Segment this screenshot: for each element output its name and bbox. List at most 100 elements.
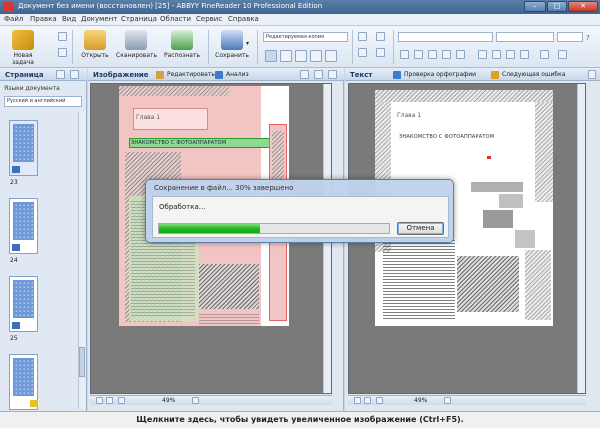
page-view-icon[interactable]	[70, 70, 79, 79]
italic-icon[interactable]	[414, 50, 423, 59]
language-combo[interactable]: Русский и английский	[4, 96, 82, 107]
panel-options-icon[interactable]	[588, 70, 596, 79]
help-icon[interactable]: ?	[586, 34, 594, 43]
text-zoom-value[interactable]: 49%	[414, 397, 427, 404]
text-fit-width-icon[interactable]	[354, 397, 361, 404]
thumbnails-scrollbar[interactable]	[78, 112, 85, 409]
menu-help[interactable]: Справка	[228, 15, 259, 23]
languages-label: Языки документа	[4, 85, 60, 92]
menu-bar: Файл Правка Вид Документ Страница Област…	[0, 14, 600, 26]
text-heading: ЗНАКОМСТВО С ФОТОАППАРАТОМ	[399, 134, 495, 140]
magic-wand-icon	[12, 30, 34, 50]
text-area-icon[interactable]	[280, 50, 292, 62]
task-menu-icon[interactable]	[58, 32, 67, 41]
pages-panel-header: Страница	[0, 68, 87, 81]
format-icon[interactable]	[376, 48, 385, 57]
menu-file[interactable]: Файл	[4, 15, 23, 23]
cut-icon[interactable]	[358, 32, 367, 41]
page-thumbnail-23[interactable]: 23	[9, 120, 38, 186]
app-logo-icon	[3, 2, 13, 12]
scrollbar-thumb[interactable]	[79, 347, 85, 377]
page-flag-icon	[12, 322, 20, 329]
open-button[interactable]: Открыть	[78, 28, 112, 66]
color-icon[interactable]	[558, 50, 567, 59]
align-right-icon[interactable]	[506, 50, 515, 59]
page-properties-icon[interactable]	[56, 70, 65, 79]
indent-icon[interactable]	[540, 50, 549, 59]
style-combo[interactable]	[398, 32, 493, 42]
subscript-icon[interactable]	[456, 50, 465, 59]
menu-page[interactable]: Страница	[121, 15, 157, 23]
main-toolbar: Новая задача Открыть Сканировать Распозн…	[0, 26, 600, 68]
scanner-icon	[125, 30, 147, 50]
align-left-icon[interactable]	[478, 50, 487, 59]
table-area-icon[interactable]	[310, 50, 322, 62]
cancel-button[interactable]: Отмена	[397, 222, 444, 235]
layout-combo[interactable]: Редактируемая копия	[263, 32, 348, 42]
save-dropdown-icon[interactable]: ▾	[246, 40, 252, 49]
justify-icon[interactable]	[520, 50, 529, 59]
page-thumbnail-26[interactable]: 26	[9, 354, 38, 420]
text-zoom-out-icon[interactable]	[376, 397, 383, 404]
background-area-icon[interactable]	[325, 50, 337, 62]
warning-icon	[30, 400, 38, 407]
dialog-body: Обработка... Отмена	[152, 196, 449, 238]
zoom-in-icon[interactable]	[192, 397, 199, 404]
text-zoom-in-icon[interactable]	[444, 397, 451, 404]
fit-page-icon[interactable]	[106, 397, 113, 404]
spellcheck-button[interactable]: Проверка орфографии	[404, 71, 476, 78]
page-thumbnail-25[interactable]: 25	[9, 276, 38, 342]
page-thumbnail-24[interactable]: 24	[9, 198, 38, 264]
zoom-out-icon[interactable]	[118, 397, 125, 404]
new-task-button[interactable]: Новая задача	[4, 28, 42, 66]
analyze-icon	[215, 71, 223, 79]
minimize-button[interactable]: –	[524, 1, 546, 12]
menu-document[interactable]: Документ	[81, 15, 117, 23]
edit-icon	[156, 71, 164, 79]
zoom-hint-text: Щелкните здесь, чтобы увидеть увеличенно…	[136, 415, 464, 424]
select-tool-icon[interactable]	[300, 70, 309, 79]
text-fit-page-icon[interactable]	[364, 397, 371, 404]
dialog-status: Обработка...	[159, 203, 206, 211]
progress-bar	[158, 223, 390, 234]
zoom-hint-bar[interactable]: Щелкните здесь, чтобы увидеть увеличенно…	[0, 411, 600, 428]
text-zoom-bar: 49%	[348, 395, 586, 405]
pages-panel: Страница Языки документа Русский и англи…	[0, 68, 87, 420]
title-bar: Документ без имени (восстановлен) [25] -…	[0, 0, 600, 14]
fit-width-icon[interactable]	[96, 397, 103, 404]
text-vertical-scrollbar[interactable]	[577, 84, 585, 393]
progress-fill	[159, 224, 261, 233]
next-error-button[interactable]: Следующая ошибка	[502, 71, 565, 78]
maximize-button[interactable]: □	[547, 1, 567, 12]
picture-area-icon[interactable]	[295, 50, 307, 62]
image-zoom-bar: 49%	[90, 395, 332, 405]
image-panel-header: Изображение Редактировать Анализ	[88, 68, 344, 81]
recognize-icon	[171, 30, 193, 50]
copy-icon[interactable]	[376, 32, 385, 41]
next-error-icon	[491, 71, 499, 79]
close-button[interactable]: ✕	[568, 1, 598, 12]
zoom-tool-icon[interactable]	[328, 70, 337, 79]
align-center-icon[interactable]	[492, 50, 501, 59]
undo-icon[interactable]	[58, 48, 67, 57]
menu-edit[interactable]: Правка	[30, 15, 57, 23]
edit-image-button[interactable]: Редактировать	[167, 71, 215, 78]
menu-areas[interactable]: Области	[160, 15, 191, 23]
recognize-button[interactable]: Распознать	[160, 28, 204, 66]
bold-icon[interactable]	[400, 50, 409, 59]
region-tool-icon[interactable]	[314, 70, 323, 79]
image-zoom-value[interactable]: 49%	[162, 397, 175, 404]
area-tool-icon[interactable]	[265, 50, 277, 62]
superscript-icon[interactable]	[442, 50, 451, 59]
menu-tools[interactable]: Сервис	[196, 15, 222, 23]
save-word-icon	[221, 30, 243, 50]
dialog-title: Сохранение в файл... 30% завершено	[154, 184, 294, 192]
paste-icon[interactable]	[358, 48, 367, 57]
scan-button[interactable]: Сканировать	[116, 28, 157, 66]
text-chapter-label: Глава 1	[397, 112, 422, 119]
font-combo[interactable]	[496, 32, 554, 42]
font-size-combo[interactable]	[557, 32, 583, 42]
underline-icon[interactable]	[428, 50, 437, 59]
menu-view[interactable]: Вид	[62, 15, 76, 23]
analyze-button[interactable]: Анализ	[226, 71, 249, 78]
